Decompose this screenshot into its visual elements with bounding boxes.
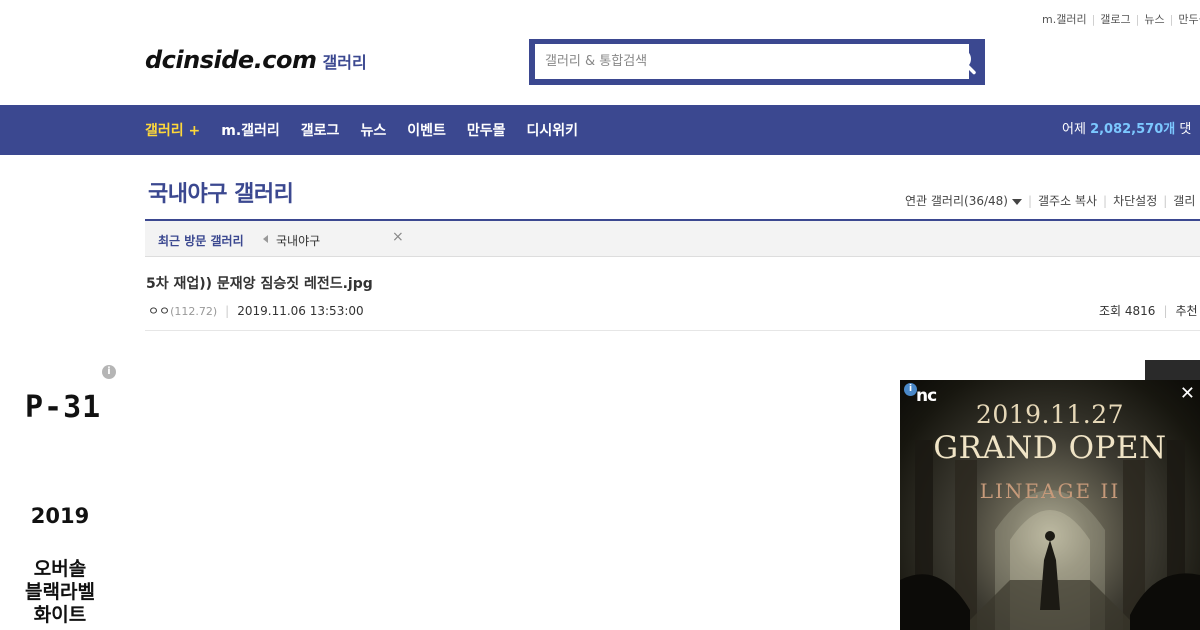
nav-items: 갤러리 + m.갤러리 갤로그 뉴스 이벤트 만두몰 디시위키 [145,105,599,155]
nav-item-news[interactable]: 뉴스 [360,120,386,140]
post-info: ㅇㅇ(112.72) | 2019.11.06 13:53:00 [148,302,364,319]
top-link-news[interactable]: 뉴스 [1144,13,1164,26]
related-gallery-label: 연관 갤러리(36/48) [905,194,1008,208]
nav-item-dcwiki[interactable]: 디시위키 [526,120,578,140]
top-link-mandumall[interactable]: 만두몰 [1178,13,1200,26]
ad-headline: GRAND OPEN [933,430,1167,466]
separator: | [1091,13,1096,26]
ad-year: 2019 [30,504,90,528]
side-tab[interactable] [1145,360,1200,380]
nav-item-gallery[interactable]: 갤러리 + [145,120,200,140]
separator: | [1027,194,1033,208]
post-divider [145,330,1200,331]
logo-sub[interactable]: 갤러리 [323,53,367,72]
ad-date: 2019.11.27 [975,400,1125,429]
post-title: 5차 재업)) 문재앙 짐승짓 레전드.jpg [146,276,373,292]
separator: | [1103,194,1108,208]
post-recommend: 추천 [1175,304,1198,318]
nav-item-gallog[interactable]: 갤로그 [301,120,340,140]
post-datetime: 2019.11.06 13:53:00 [237,304,364,318]
gallery-more-link[interactable]: 갤리 [1173,194,1195,208]
nav-item-mandumall[interactable]: 만두몰 [467,120,506,140]
recent-gallery-item[interactable]: 국내야구 [276,232,320,249]
top-link-mgallery[interactable]: m.갤러리 [1042,13,1087,26]
ad-product-line: 화이트 [33,604,87,626]
stats-prefix: 어제 [1062,122,1086,137]
top-links: m.갤러리 | 갤로그 | 뉴스 | 만두몰 [1042,11,1200,27]
stats-suffix: 댓 [1179,122,1192,137]
prev-arrow-icon[interactable] [263,235,268,243]
separator: | [1163,304,1168,318]
separator: | [1135,13,1140,26]
left-ad-banner[interactable]: i P-31 2019 오버솔 블랙라벨 화이트 [0,360,120,630]
post-author-ip: (112.72) [170,305,218,318]
dropdown-arrow-icon [1011,198,1022,205]
right-ad-banner[interactable]: i nc ✕ 2019.11.27 GRAND OPEN LINEAGE II [900,380,1200,630]
nav-item-event[interactable]: 이벤트 [407,120,446,140]
ad-game-logo: LINEAGE II [979,479,1121,503]
main-nav: 갤러리 + m.갤러리 갤로그 뉴스 이벤트 만두몰 디시위키 어제 2,082… [0,105,1200,155]
recent-gallery-label: 최근 방문 갤러리 [158,234,244,248]
ad-model: P-31 [25,390,102,425]
post-stats: 조회 4816 | 추천 [1099,302,1198,319]
ad-product-line: 블랙라벨 [25,581,95,603]
post-author[interactable]: ㅇㅇ [148,304,170,318]
top-link-gallog[interactable]: 갤로그 [1100,13,1130,26]
nav-item-mgallery[interactable]: m.갤러리 [221,120,280,140]
search-icon [951,49,976,75]
logo-brand[interactable]: dcinside.com [145,46,317,74]
search-input[interactable] [535,44,969,79]
separator: | [1163,194,1168,208]
block-settings-link[interactable]: 차단설정 [1113,194,1157,208]
related-gallery-dropdown[interactable]: 연관 갤러리(36/48) [905,194,1022,208]
close-icon[interactable]: × [392,229,404,245]
site-logo[interactable]: dcinside.com 갤러리 [145,46,367,74]
search-box [529,39,985,85]
copy-address-link[interactable]: 갤주소 복사 [1038,194,1097,208]
separator: | [225,304,230,318]
ad-product-line: 오버솔 [33,558,87,580]
gallery-title[interactable]: 국내야구 갤러리 [148,176,294,208]
separator: | [1169,13,1174,26]
ad-info-icon[interactable]: i [102,365,116,379]
post-views: 조회 4816 [1099,304,1156,318]
stats-number: 2,082,570개 [1090,122,1176,137]
recent-gallery-bar: 최근 방문 갤러리 국내야구 × [145,219,1200,257]
search-button[interactable] [941,39,985,85]
gallery-meta: 연관 갤러리(36/48) | 갤주소 복사 | 차단설정 | 갤리 [905,192,1195,209]
comment-stats: 어제 2,082,570개 댓 [1062,105,1191,155]
ad-product-name: 오버솔 블랙라벨 화이트 [0,558,120,627]
